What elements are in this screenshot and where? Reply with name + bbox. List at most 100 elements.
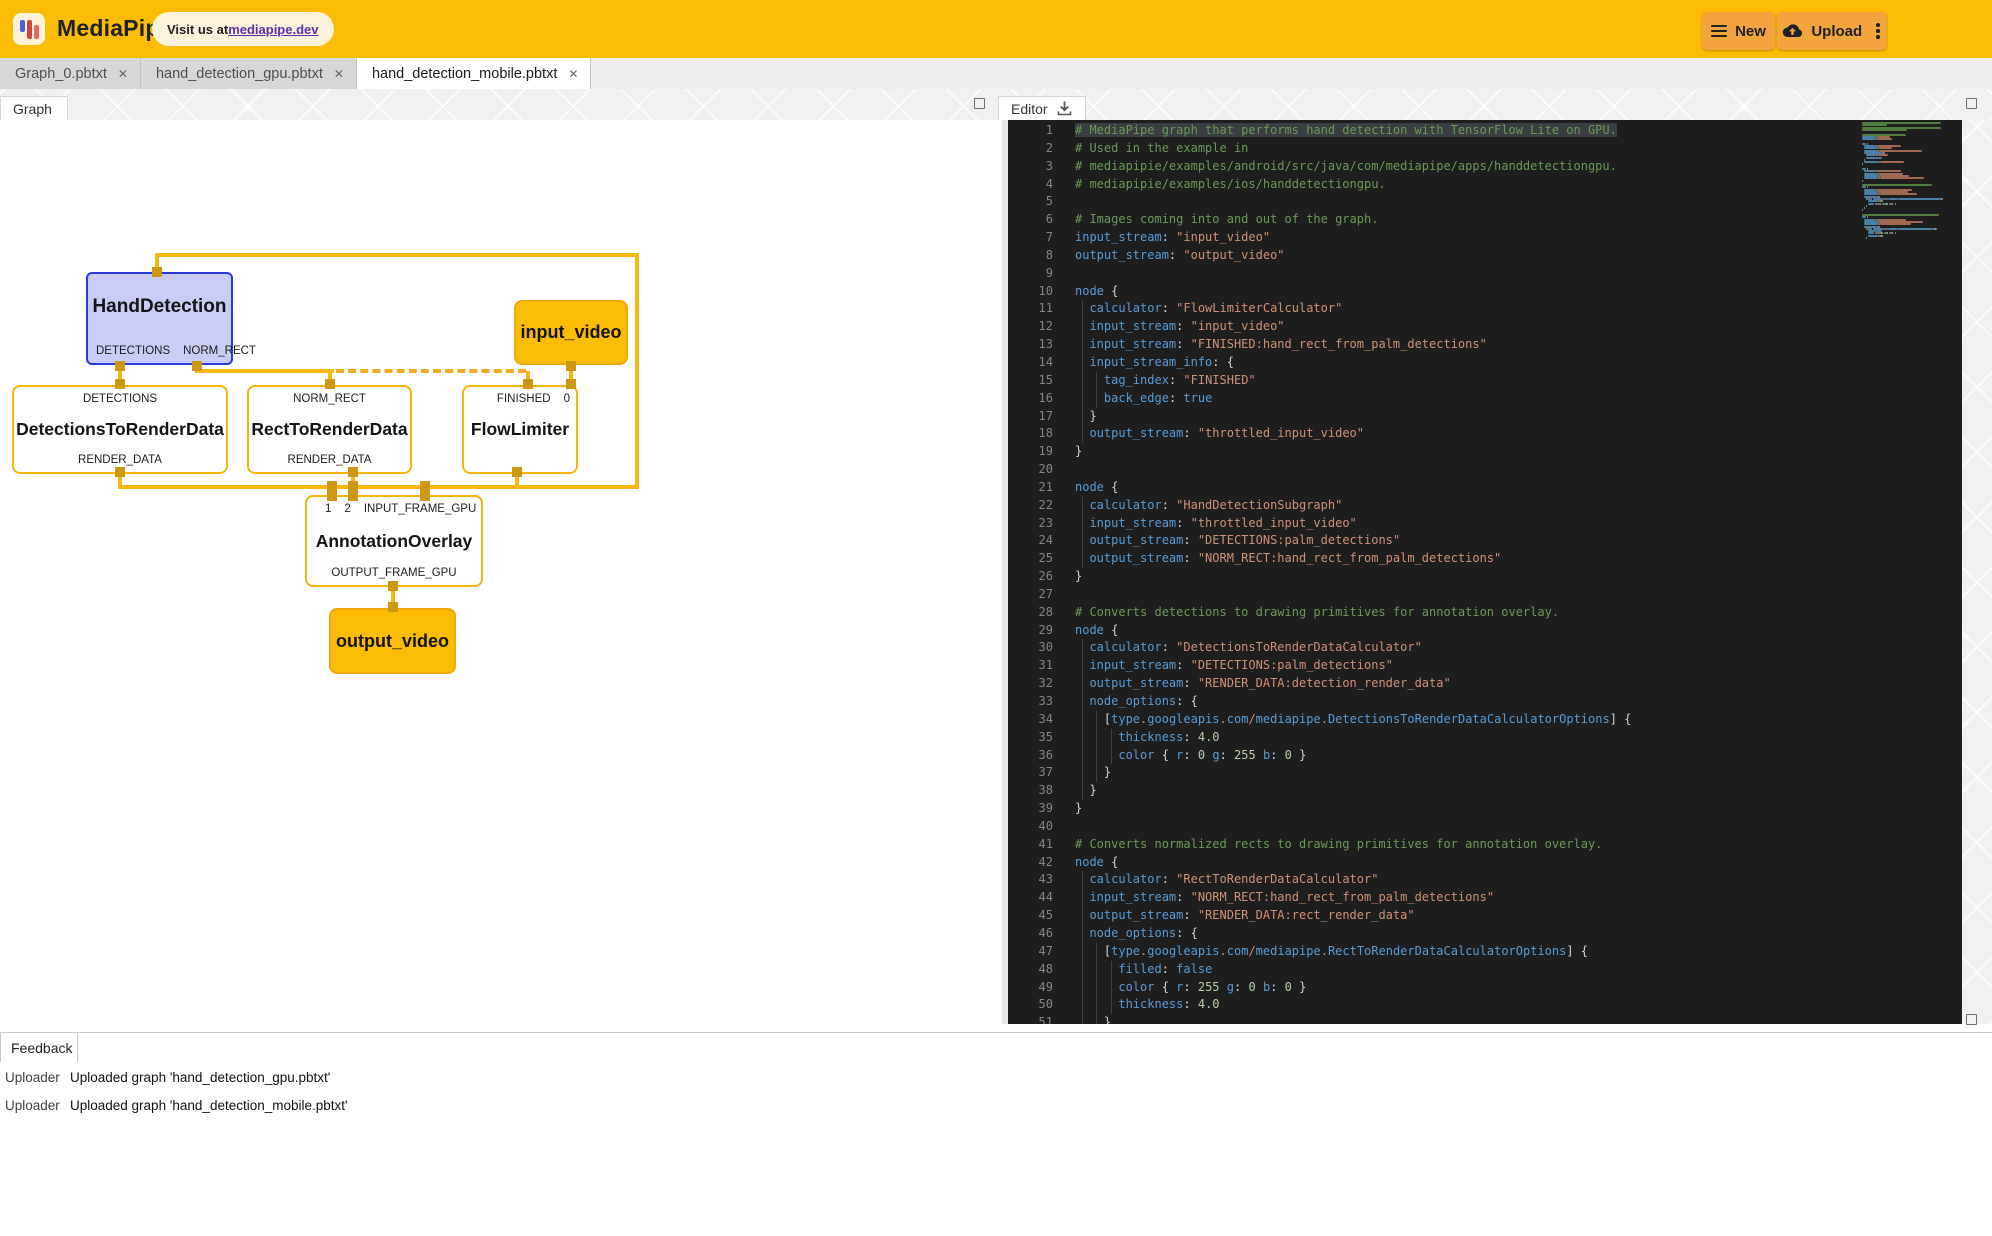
graph-node-AnnotationOverlay[interactable]: 12INPUT_FRAME_GPUAnnotationOverlayOUTPUT… xyxy=(305,495,483,587)
minimap-line xyxy=(1866,157,1875,159)
graph-panel-popout-icon[interactable] xyxy=(974,98,985,109)
code-line: calculator: "HandDetectionSubgraph" xyxy=(1075,497,1855,515)
code-line: # MediaPipe graph that performs hand det… xyxy=(1075,122,1855,140)
file-tab-label: Graph_0.pbtxt xyxy=(15,66,107,82)
line-number: 49 xyxy=(1008,979,1066,997)
feedback-panel-tab[interactable]: Feedback xyxy=(0,1032,78,1062)
line-number: 22 xyxy=(1008,497,1066,515)
feedback-message: Uploaded graph 'hand_detection_mobile.pb… xyxy=(70,1098,348,1113)
line-number: 18 xyxy=(1008,425,1066,443)
upload-button[interactable]: Upload xyxy=(1777,12,1887,50)
edge-connector xyxy=(420,491,430,501)
code-line: output_stream: "RENDER_DATA:detection_re… xyxy=(1075,675,1855,693)
editor-panel-popout-icon[interactable] xyxy=(1966,98,1977,109)
code-line: } xyxy=(1075,782,1855,800)
node-title: input_video xyxy=(520,302,621,363)
indent-guide xyxy=(1096,961,1097,979)
minimap-line xyxy=(1862,184,1932,186)
line-number: 47 xyxy=(1008,943,1066,961)
graph-node-input_video[interactable]: input_video xyxy=(514,300,628,365)
minimap-line xyxy=(1866,154,1875,156)
code-line: input_stream: "NORM_RECT:hand_rect_from_… xyxy=(1075,889,1855,907)
line-number: 10 xyxy=(1008,283,1066,301)
graph-panel-tab[interactable]: Graph xyxy=(0,96,68,120)
code-line: output_stream: "DETECTIONS:palm_detectio… xyxy=(1075,532,1855,550)
graph-node-RectToRenderData[interactable]: NORM_RECTRectToRenderDataRENDER_DATA xyxy=(247,385,412,474)
indent-guide xyxy=(1082,318,1083,336)
edge-connector xyxy=(523,379,533,389)
graph-canvas[interactable]: HandDetectionDETECTIONSNORM_RECT input_vi… xyxy=(0,120,1002,1024)
indent-guide xyxy=(1082,907,1083,925)
indent-guide xyxy=(1082,300,1083,318)
file-tab-Graph_0.pbtxt[interactable]: Graph_0.pbtxt ✕ xyxy=(0,58,141,89)
node-port-label: 0 xyxy=(564,393,570,405)
minimap-line xyxy=(1877,170,1901,172)
code-line: node { xyxy=(1075,854,1855,872)
minimap-line xyxy=(1880,223,1912,225)
graph-node-FlowLimiter[interactable]: FINISHED0FlowLimiter xyxy=(462,385,578,474)
upload-more-menu-icon[interactable] xyxy=(1874,21,1882,41)
line-number: 28 xyxy=(1008,604,1066,622)
tab-close-icon[interactable]: ✕ xyxy=(334,68,344,80)
edge-connector xyxy=(348,491,358,501)
code-line: input_stream: "FINISHED:hand_rect_from_p… xyxy=(1075,336,1855,354)
node-title: DetectionsToRenderData xyxy=(14,411,226,448)
node-port-label: 2 xyxy=(344,503,350,515)
new-button[interactable]: New xyxy=(1702,12,1775,50)
line-number: 39 xyxy=(1008,800,1066,818)
feedback-row: UploaderUploaded graph 'hand_detection_g… xyxy=(0,1066,1200,1094)
line-number: 48 xyxy=(1008,961,1066,979)
node-port-label: DETECTIONS xyxy=(96,345,170,357)
indent-guide xyxy=(1096,996,1097,1014)
node-title: FlowLimiter xyxy=(464,411,576,448)
minimap-line xyxy=(1864,207,1865,209)
tab-close-icon[interactable]: ✕ xyxy=(118,68,128,80)
minimap-line xyxy=(1878,138,1893,140)
code-line: # Used in the example in xyxy=(1075,140,1855,158)
line-number: 33 xyxy=(1008,693,1066,711)
edge-connector xyxy=(512,467,522,477)
line-number: 46 xyxy=(1008,925,1066,943)
minimap-line xyxy=(1880,193,1917,195)
code-line: # Converts normalized rects to drawing p… xyxy=(1075,836,1855,854)
right-gutter xyxy=(1962,120,1992,1024)
graph-node-HandDetection[interactable]: HandDetectionDETECTIONSNORM_RECT xyxy=(86,272,233,365)
file-tab-hand_detection_mobile.pbtxt[interactable]: hand_detection_mobile.pbtxt✕ xyxy=(357,58,591,89)
line-number: 38 xyxy=(1008,782,1066,800)
minimap-line xyxy=(1880,203,1881,205)
indent-guide xyxy=(1082,782,1083,800)
indent-guide xyxy=(1096,979,1097,997)
minimap-line xyxy=(1867,216,1868,218)
code-line: node { xyxy=(1075,283,1855,301)
indent-guide xyxy=(1082,657,1083,675)
minimap-line xyxy=(1880,161,1904,163)
editor-panel-tab[interactable]: Editor xyxy=(998,96,1086,120)
indent-guide xyxy=(1111,747,1112,765)
indent-guide xyxy=(1082,1014,1083,1024)
code-line: thickness: 4.0 xyxy=(1075,996,1855,1014)
node-port-label: DETECTIONS xyxy=(83,393,157,405)
minimap-line xyxy=(1933,228,1936,230)
editor-minimap[interactable] xyxy=(1862,122,1962,1022)
line-number: 5 xyxy=(1008,193,1066,211)
mediapipe-dev-link[interactable]: mediapipe.dev xyxy=(228,22,318,37)
indent-guide xyxy=(1082,729,1083,747)
code-line: node { xyxy=(1075,479,1855,497)
indent-guide xyxy=(1082,871,1083,889)
line-number: 6 xyxy=(1008,211,1066,229)
indent-guide xyxy=(1082,408,1083,426)
code-line: output_stream: "output_video" xyxy=(1075,247,1855,265)
chip-prefix: Visit us at xyxy=(167,22,228,37)
minimap-line xyxy=(1862,129,1907,131)
tab-close-icon[interactable]: ✕ xyxy=(568,68,578,80)
code-editor[interactable]: 1234567891011121314151617181920212223242… xyxy=(1008,120,1962,1024)
indent-guide xyxy=(1111,961,1112,979)
graph-node-output_video[interactable]: output_video xyxy=(329,608,456,674)
minimap-line xyxy=(1892,203,1893,205)
indent-guide xyxy=(1082,693,1083,711)
edge-connector xyxy=(388,602,398,612)
download-icon[interactable] xyxy=(1056,100,1073,117)
file-tab-hand_detection_gpu.pbtxt[interactable]: hand_detection_gpu.pbtxt✕ xyxy=(141,58,357,89)
feedback-panel-popout-icon[interactable] xyxy=(1966,1014,1977,1025)
graph-node-DetectionsToRenderData[interactable]: DETECTIONSDetectionsToRenderDataRENDER_D… xyxy=(12,385,228,474)
